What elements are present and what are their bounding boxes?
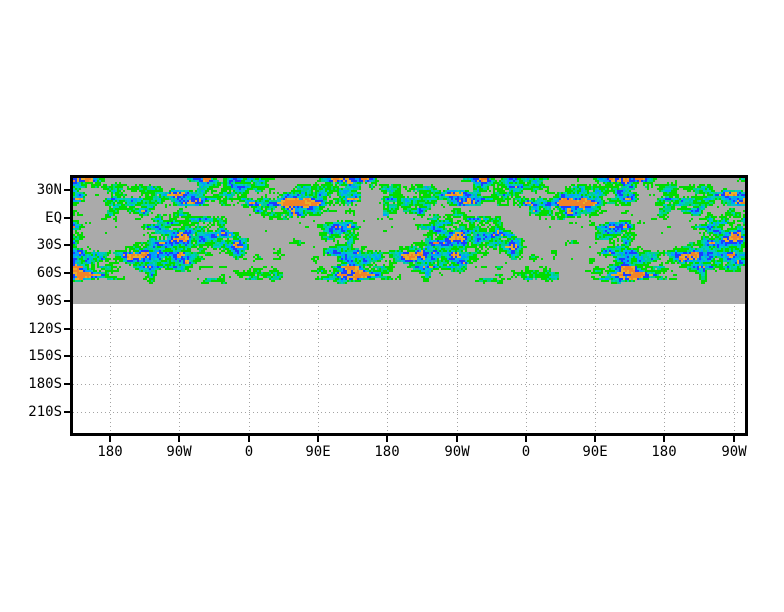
x-tick xyxy=(386,436,388,442)
x-tick xyxy=(109,436,111,442)
grads-plot-figure: 30N EQ 30S 60S 90S 120S 150S 180S 210S 180 90W 0 90… xyxy=(0,0,784,612)
x-tick-label: 90W xyxy=(166,444,192,460)
x-tick xyxy=(317,436,319,442)
y-tick xyxy=(64,300,70,302)
y-tick xyxy=(64,411,70,413)
y-tick-label: 120S xyxy=(28,321,62,337)
y-tick-label: 90S xyxy=(36,293,62,309)
x-tick-label: 180 xyxy=(374,444,400,460)
plot-frame xyxy=(70,175,748,436)
x-tick-label: 90E xyxy=(582,444,608,460)
x-tick-label: 0 xyxy=(521,444,531,460)
x-tick-label: 90W xyxy=(444,444,470,460)
y-tick-label: 150S xyxy=(28,348,62,364)
y-tick xyxy=(64,272,70,274)
x-tick-label: 180 xyxy=(97,444,123,460)
x-tick xyxy=(248,436,250,442)
x-tick-label: 90E xyxy=(305,444,331,460)
x-tick xyxy=(663,436,665,442)
y-tick xyxy=(64,355,70,357)
x-tick xyxy=(525,436,527,442)
y-tick-label: EQ xyxy=(45,210,62,226)
y-tick-label: 180S xyxy=(28,376,62,392)
y-tick xyxy=(64,328,70,330)
y-tick xyxy=(64,217,70,219)
x-tick-label: 0 xyxy=(244,444,254,460)
y-tick-label: 210S xyxy=(28,404,62,420)
y-tick-label: 60S xyxy=(36,265,62,281)
x-tick xyxy=(178,436,180,442)
y-tick xyxy=(64,189,70,191)
y-tick-label: 30N xyxy=(36,182,62,198)
x-tick-label: 180 xyxy=(651,444,677,460)
y-tick xyxy=(64,244,70,246)
x-tick xyxy=(733,436,735,442)
x-tick xyxy=(456,436,458,442)
x-tick xyxy=(594,436,596,442)
y-tick-label: 30S xyxy=(36,237,62,253)
y-tick xyxy=(64,383,70,385)
x-tick-label: 90W xyxy=(721,444,747,460)
